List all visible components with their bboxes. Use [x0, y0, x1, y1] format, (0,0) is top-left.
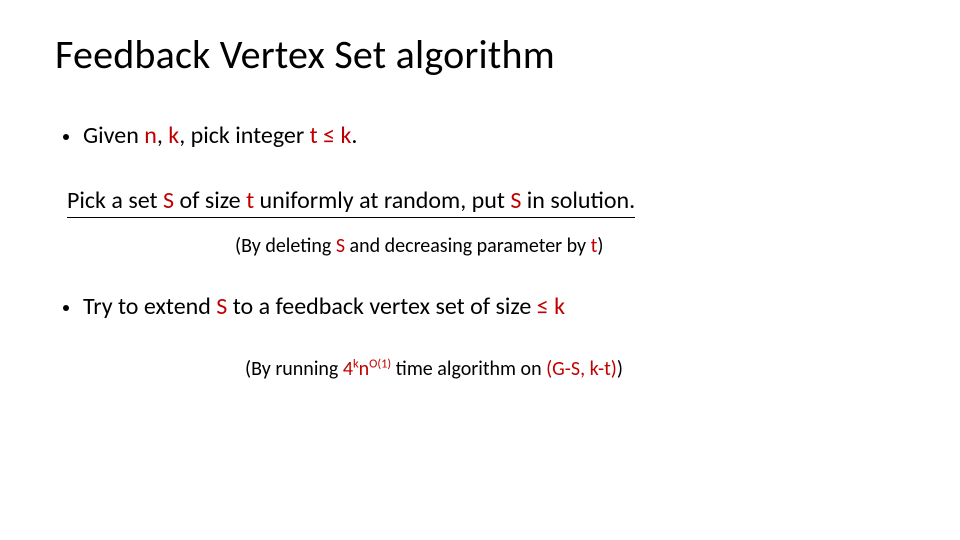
text: 4: [343, 357, 353, 381]
bullet-given-text: Given n, k, pick integer t ≤ k.: [83, 121, 357, 150]
text: (By running: [245, 357, 343, 381]
var-k: k: [168, 121, 179, 150]
text: ): [617, 357, 623, 381]
line-pick-set: Pick a set S of size t uniformly at rand…: [55, 186, 905, 234]
var-S: S: [510, 186, 521, 215]
text: ): [597, 234, 603, 258]
text: n: [359, 357, 370, 381]
text: in solution.: [521, 186, 635, 215]
var-t-leq-k: t ≤ k: [310, 121, 352, 150]
var-S: S: [336, 234, 345, 258]
subnote-running: (By running 4knO(1) time algorithm on (G…: [245, 357, 905, 381]
text: Given: [83, 121, 144, 150]
text: to a feedback vertex set of size: [227, 292, 536, 321]
text: .: [351, 121, 357, 150]
bullet-dot-icon: [63, 134, 69, 140]
sup-O1: O(1): [369, 356, 391, 371]
slide-title: Feedback Vertex Set algorithm: [55, 30, 905, 79]
bullet-given: Given n, k, pick integer t ≤ k.: [55, 121, 905, 150]
var-S: S: [163, 186, 174, 215]
text: ,: [157, 121, 168, 150]
var-t: t: [246, 186, 254, 215]
slide: Feedback Vertex Set algorithm Given n, k…: [0, 0, 960, 540]
expr-GS-kt: (G-S, k-t): [546, 357, 617, 381]
text: Try to extend: [83, 292, 216, 321]
bullet-dot-icon: [63, 305, 69, 311]
text: of size: [174, 186, 246, 215]
expr-4k-nO1: 4knO(1): [343, 357, 391, 381]
text: (By deleting: [235, 234, 336, 258]
text: time algorithm on: [391, 357, 546, 381]
bullet-extend: Try to extend S to a feedback vertex set…: [55, 292, 905, 321]
underlined-text: Pick a set S of size t uniformly at rand…: [67, 186, 635, 218]
var-leq-k: ≤ k: [537, 292, 565, 321]
text: and decreasing parameter by: [345, 234, 591, 258]
bullet-extend-text: Try to extend S to a feedback vertex set…: [83, 292, 565, 321]
text: , pick integer: [179, 121, 309, 150]
subnote-delete: (By deleting S and decreasing parameter …: [235, 234, 905, 258]
text: uniformly at random, put: [254, 186, 510, 215]
var-n: n: [144, 121, 157, 150]
text: Pick a set: [67, 186, 163, 215]
var-S: S: [216, 292, 227, 321]
